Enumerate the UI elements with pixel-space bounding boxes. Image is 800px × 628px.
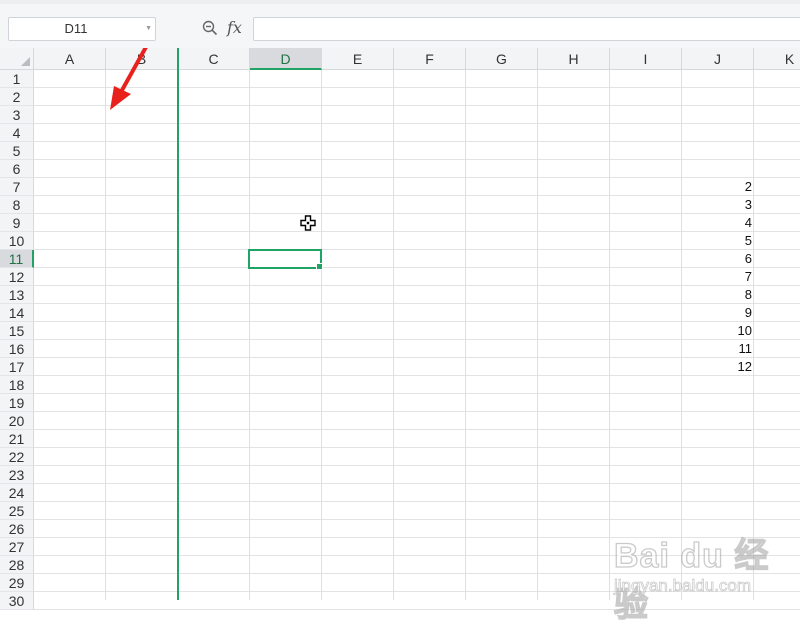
freeze-pane-line[interactable] (177, 48, 179, 600)
row-header-7[interactable]: 7 (0, 178, 34, 196)
formula-input[interactable] (253, 17, 800, 41)
column-gridline (609, 70, 610, 600)
select-all-icon (21, 57, 30, 66)
row-header-17[interactable]: 17 (0, 358, 34, 376)
cell-j15[interactable]: 10 (682, 322, 752, 340)
row-header-14[interactable]: 14 (0, 304, 34, 322)
row-header-2[interactable]: 2 (0, 88, 34, 106)
column-header-f[interactable]: F (394, 48, 466, 70)
row-gridline (34, 465, 800, 466)
row-header-8[interactable]: 8 (0, 196, 34, 214)
row-header-12[interactable]: 12 (0, 268, 34, 286)
column-header-e[interactable]: E (322, 48, 394, 70)
cell-j16[interactable]: 11 (682, 340, 753, 358)
row-header-10[interactable]: 10 (0, 232, 34, 250)
formula-bar: D11 ▼ fx (0, 0, 800, 49)
cell-j7[interactable]: 2 (682, 178, 752, 196)
row-header-16[interactable]: 16 (0, 340, 34, 358)
row-header-27[interactable]: 27 (0, 538, 34, 556)
column-header-c[interactable]: C (178, 48, 250, 70)
select-all-corner[interactable] (0, 48, 34, 70)
name-box-value[interactable]: D11 (9, 18, 143, 40)
name-box[interactable]: D11 ▼ (8, 17, 156, 41)
row-header-13[interactable]: 13 (0, 286, 34, 304)
row-header-4[interactable]: 4 (0, 124, 34, 142)
cell-j11[interactable]: 6 (682, 250, 752, 268)
row-gridline (34, 123, 800, 124)
row-header-20[interactable]: 20 (0, 412, 34, 430)
row-header-6[interactable]: 6 (0, 160, 34, 178)
cell-j9[interactable]: 4 (682, 214, 752, 232)
row-header-11[interactable]: 11 (0, 250, 34, 268)
row-header-5[interactable]: 5 (0, 142, 34, 160)
fx-icon[interactable]: fx (227, 17, 242, 39)
row-header-30[interactable]: 30 (0, 592, 34, 610)
column-gridline (465, 70, 466, 600)
column-gridline (321, 70, 322, 600)
row-gridline (34, 483, 800, 484)
row-header-25[interactable]: 25 (0, 502, 34, 520)
column-header-k[interactable]: K (754, 48, 800, 70)
cell-j17[interactable]: 12 (682, 358, 752, 376)
column-gridline (105, 70, 106, 600)
row-gridline (34, 411, 800, 412)
row-gridline (34, 447, 800, 448)
column-header-h[interactable]: H (538, 48, 610, 70)
row-header-24[interactable]: 24 (0, 484, 34, 502)
cell-cursor-icon (300, 215, 316, 231)
row-gridline (34, 429, 800, 430)
column-gridline (249, 70, 250, 600)
selected-cell[interactable] (248, 249, 323, 270)
cell-j10[interactable]: 5 (682, 232, 752, 250)
row-gridline (34, 393, 800, 394)
column-header-g[interactable]: G (466, 48, 538, 70)
row-gridline (34, 501, 800, 502)
row-header-22[interactable]: 22 (0, 448, 34, 466)
chevron-down-icon[interactable]: ▼ (145, 18, 152, 40)
row-header-29[interactable]: 29 (0, 574, 34, 592)
cell-j8[interactable]: 3 (682, 196, 752, 214)
row-header-26[interactable]: 26 (0, 520, 34, 538)
red-arrow-annotation-icon (110, 48, 148, 110)
row-header-9[interactable]: 9 (0, 214, 34, 232)
row-gridline (34, 159, 800, 160)
column-gridline (537, 70, 538, 600)
cell-j14[interactable]: 9 (682, 304, 752, 322)
watermark: Bai du 经验 jingyan.baidu.com (612, 516, 792, 628)
column-gridline (393, 70, 394, 600)
row-header-19[interactable]: 19 (0, 394, 34, 412)
zoom-out-icon[interactable] (202, 20, 218, 36)
row-header-23[interactable]: 23 (0, 466, 34, 484)
row-header-21[interactable]: 21 (0, 430, 34, 448)
cell-j12[interactable]: 7 (682, 268, 752, 286)
column-header-a[interactable]: A (34, 48, 106, 70)
toolbar-edge (0, 0, 800, 4)
column-header-j[interactable]: J (682, 48, 754, 70)
watermark-url: jingyan.baidu.com (614, 576, 752, 596)
cell-j13[interactable]: 8 (682, 286, 752, 304)
fill-handle[interactable] (316, 263, 323, 270)
row-gridline (34, 141, 800, 142)
row-header-18[interactable]: 18 (0, 376, 34, 394)
spreadsheet-grid[interactable]: ABCDEFGHIJK 1234567891011121314151617181… (0, 48, 800, 625)
row-header-1[interactable]: 1 (0, 70, 34, 88)
row-header-15[interactable]: 15 (0, 322, 34, 340)
row-header-28[interactable]: 28 (0, 556, 34, 574)
column-header-d[interactable]: D (250, 48, 322, 70)
column-header-i[interactable]: I (610, 48, 682, 70)
row-header-3[interactable]: 3 (0, 106, 34, 124)
